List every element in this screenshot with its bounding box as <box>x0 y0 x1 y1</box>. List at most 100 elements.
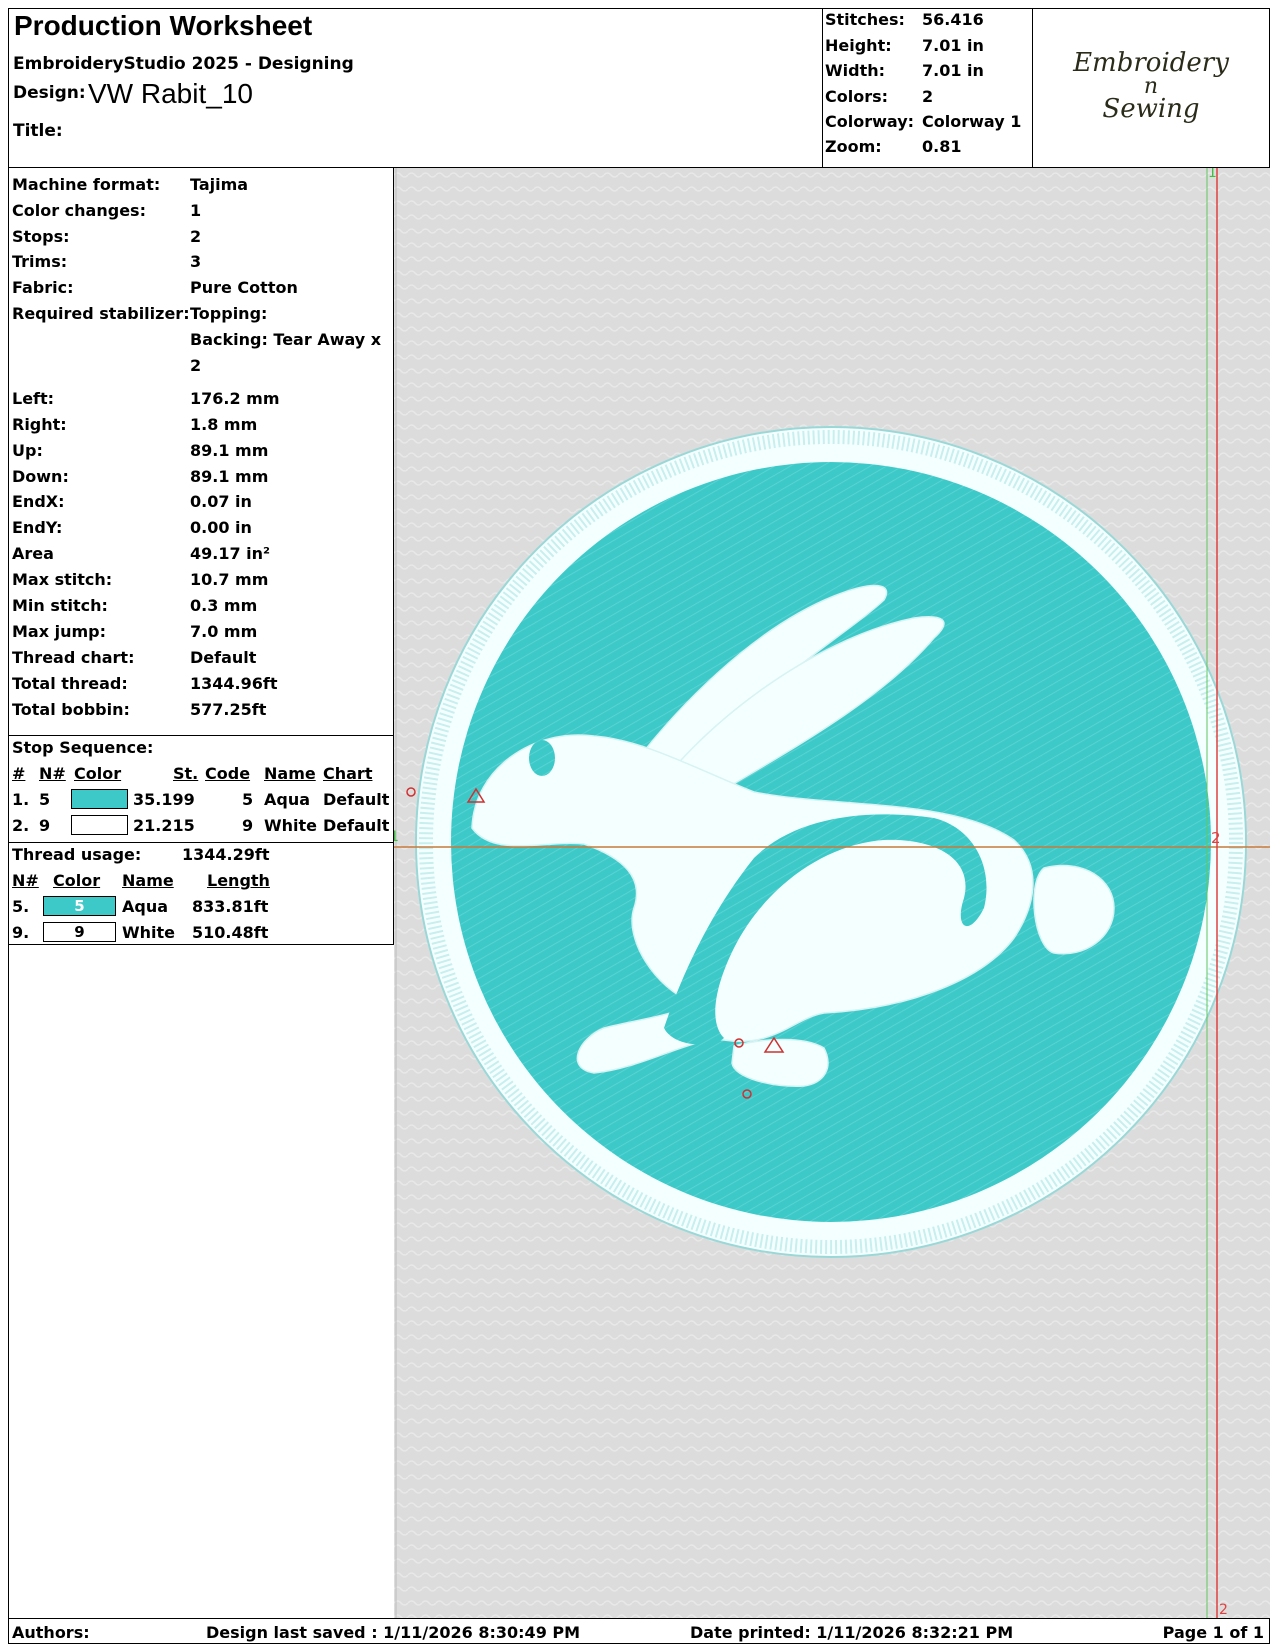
logo-line: Sewing <box>1102 94 1200 124</box>
color-swatch-white <box>71 815 128 835</box>
col-header: Name <box>264 764 316 783</box>
marker-label-1: 1 <box>1208 168 1217 181</box>
design-preview: 1 1 2 2 <box>394 168 1270 1618</box>
detail-label: Color changes: <box>12 201 146 220</box>
stat-label: Colorway: <box>825 112 915 131</box>
col-header: # <box>12 764 26 783</box>
marker-label-2: 2 <box>1211 829 1221 847</box>
detail-value: 49.17 in² <box>190 544 271 563</box>
stop-needle: 9 <box>39 816 51 835</box>
color-swatch-aqua: 5 <box>43 896 116 916</box>
color-swatch-aqua <box>71 789 128 809</box>
col-header: Code <box>205 764 251 783</box>
detail-label: Total bobbin: <box>12 700 130 719</box>
stop-num: 2. <box>12 816 30 835</box>
col-header: Color <box>53 871 101 890</box>
page-number: Page 1 of 1 <box>1162 1623 1264 1642</box>
stat-label: Zoom: <box>825 137 882 156</box>
detail-value: 2 <box>190 227 202 246</box>
detail-label: Right: <box>12 415 67 434</box>
detail-label: Down: <box>12 467 69 486</box>
detail-value: 1.8 mm <box>190 415 258 434</box>
usage-length: 510.48ft <box>192 923 269 942</box>
col-header: N# <box>12 871 39 890</box>
worksheet-footer: Authors: Design last saved : 1/11/2026 8… <box>8 1618 1270 1644</box>
detail-label: EndY: <box>12 518 63 537</box>
detail-label: Max jump: <box>12 622 107 641</box>
worksheet-header: Production Worksheet EmbroideryStudio 20… <box>8 8 1270 168</box>
detail-value: 7.0 mm <box>190 622 258 641</box>
embroidery-preview: 1 1 2 2 <box>394 168 1270 1618</box>
detail-value: 0.3 mm <box>190 596 258 615</box>
marker-label-1: 1 <box>394 829 399 845</box>
col-header: Chart <box>323 764 373 783</box>
detail-label: Min stitch: <box>12 596 108 615</box>
last-saved: Design last saved : 1/11/2026 8:30:49 PM <box>206 1623 581 1642</box>
col-header: N# <box>39 764 66 783</box>
detail-label: Fabric: <box>12 278 74 297</box>
detail-label: Stops: <box>12 227 70 246</box>
detail-value: 1344.96ft <box>190 674 278 693</box>
col-header: Length <box>207 871 270 890</box>
stat-value: 56.416 <box>922 10 984 29</box>
col-header: Color <box>74 764 122 783</box>
detail-value: Tajima <box>190 175 249 194</box>
detail-value: 176.2 mm <box>190 389 280 408</box>
detail-value: 0.00 in <box>190 518 252 537</box>
detail-value: 577.25ft <box>190 700 267 719</box>
detail-label: Area <box>12 544 54 563</box>
stop-name: Aqua <box>264 790 311 809</box>
usage-length: 833.81ft <box>192 897 269 916</box>
usage-name: White <box>122 923 176 942</box>
color-swatch-white: 9 <box>43 922 116 942</box>
date-printed: Date printed: 1/11/2026 8:32:21 PM <box>690 1623 1014 1642</box>
stat-label: Height: <box>825 36 892 55</box>
stop-needle: 5 <box>39 790 51 809</box>
stop-name: White <box>264 816 318 835</box>
detail-value: 89.1 mm <box>190 467 269 486</box>
detail-label: EndX: <box>12 492 65 511</box>
stat-label: Width: <box>825 61 886 80</box>
detail-label: Trims: <box>12 252 68 271</box>
stat-value: 0.81 <box>922 137 962 156</box>
design-label: Design: <box>13 83 86 103</box>
detail-value: 3 <box>190 252 202 271</box>
thread-usage-heading: Thread usage: <box>12 845 142 864</box>
authors-label: Authors: <box>12 1623 90 1642</box>
detail-label: Total thread: <box>12 674 128 693</box>
stat-value: 7.01 in <box>922 61 984 80</box>
detail-value: Backing: Tear Away x <box>190 330 382 349</box>
detail-value: 1 <box>190 201 202 220</box>
detail-label: Up: <box>12 441 43 460</box>
usage-num: 9. <box>12 923 30 942</box>
detail-value: 89.1 mm <box>190 441 269 460</box>
stat-value: 2 <box>922 87 934 106</box>
header-title-block: Production Worksheet EmbroideryStudio 20… <box>8 8 823 167</box>
stat-value: 7.01 in <box>922 36 984 55</box>
brand-logo: Embroidery n Sewing <box>1033 8 1269 167</box>
divider <box>8 842 394 843</box>
detail-label: Max stitch: <box>12 570 113 589</box>
stat-label: Colors: <box>825 87 889 106</box>
detail-label: Required stabilizer: <box>12 304 190 323</box>
rabbit-eye <box>529 740 555 776</box>
stat-label: Stitches: <box>825 10 905 29</box>
header-stats: Stitches: 56.416 Height: 7.01 in Width: … <box>822 8 1033 167</box>
design-name: VW Rabit_10 <box>88 78 253 109</box>
detail-value: 10.7 mm <box>190 570 269 589</box>
stop-code: 5 <box>242 790 254 809</box>
stop-stitches: 35.199 <box>133 790 195 809</box>
usage-num: 5. <box>12 897 30 916</box>
stop-stitches: 21.215 <box>133 816 195 835</box>
software-subtitle: EmbroideryStudio 2025 - Designing <box>13 54 354 74</box>
stop-num: 1. <box>12 790 30 809</box>
divider <box>8 735 394 736</box>
detail-value: 0.07 in <box>190 492 252 511</box>
stop-code: 9 <box>242 816 254 835</box>
detail-value: Pure Cotton <box>190 278 298 297</box>
stop-chart: Default <box>323 816 390 835</box>
detail-value: Topping: <box>190 304 268 323</box>
stop-chart: Default <box>323 790 390 809</box>
detail-label: Machine format: <box>12 175 161 194</box>
detail-label: Thread chart: <box>12 648 135 667</box>
